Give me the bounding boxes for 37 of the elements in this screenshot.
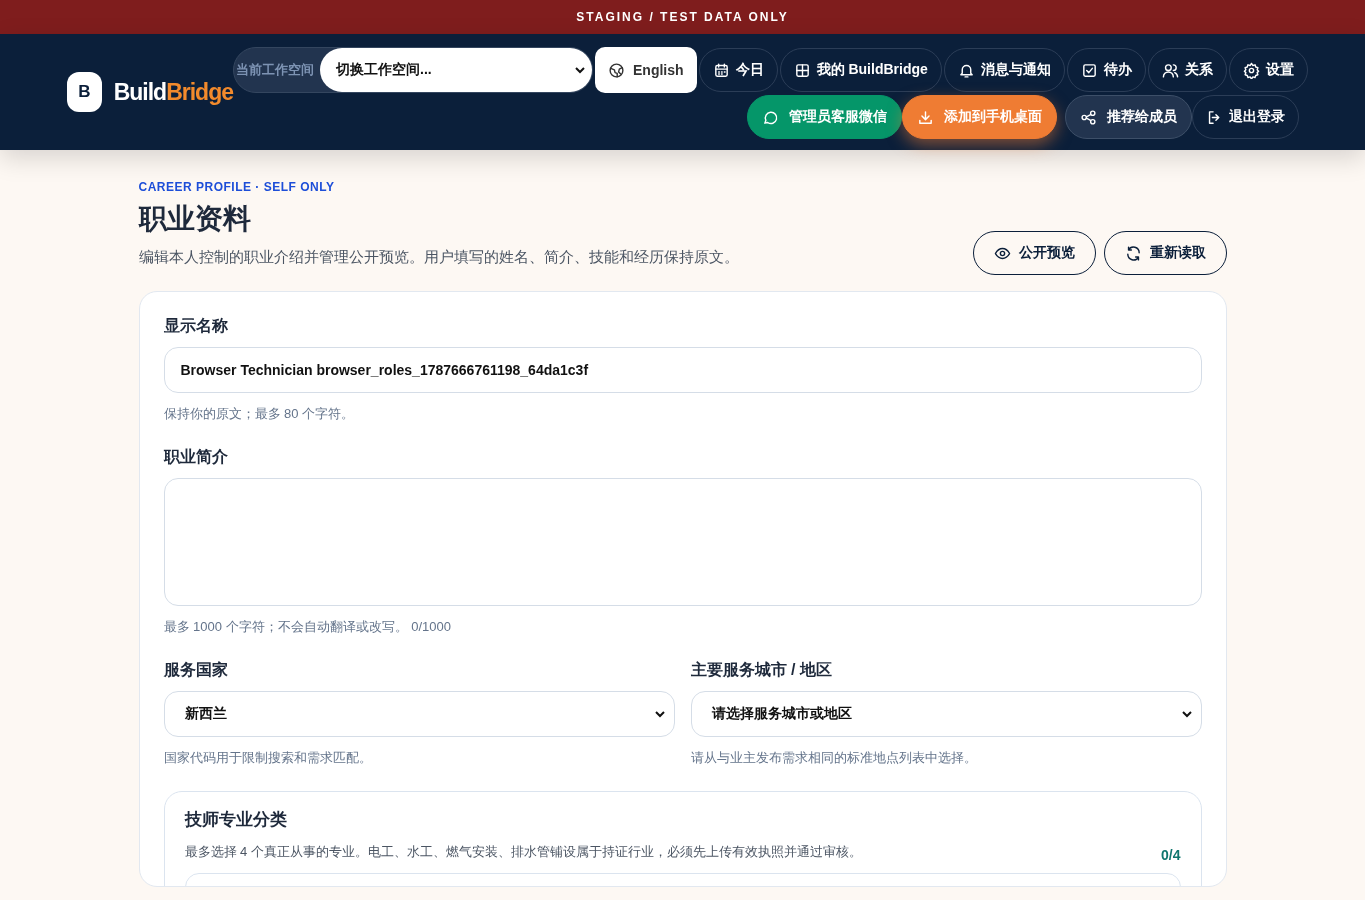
field-label: 服务国家 bbox=[163, 660, 229, 680]
grid-icon bbox=[793, 61, 811, 79]
help-text: 保持你的原文；最多 80 个字符。 bbox=[163, 405, 356, 423]
bio-field[interactable] bbox=[163, 478, 1202, 606]
language-button[interactable]: English bbox=[595, 47, 697, 93]
brand-name: BuildBridge bbox=[113, 78, 233, 106]
chevron-icon bbox=[653, 708, 666, 720]
globe-icon bbox=[608, 61, 625, 79]
nav-button[interactable]: 管理员客服微信 bbox=[747, 95, 902, 139]
settings-icon bbox=[1242, 61, 1260, 79]
calendar-icon bbox=[712, 61, 730, 79]
download-icon bbox=[917, 108, 934, 126]
help-text: 最多 1000 个字符；不会自动翻译或改写。 0/1000 bbox=[163, 618, 453, 636]
city-select[interactable]: 请选择服务城市或地区 bbox=[690, 691, 1202, 737]
help-text: 最多选择 4 个真正从事的专业。电工、水工、燃气安装、排水管铺设属于持证行业，必须先上传有效执照并通过审核。 bbox=[184, 843, 862, 861]
nav-button[interactable]: 推荐给成员 bbox=[1065, 95, 1192, 139]
page-title: 职业资料 bbox=[138, 202, 252, 236]
selection-count: 0/4 bbox=[1161, 847, 1181, 863]
name-field[interactable]: Browser Technician browser_roles_1787666761198_64da1c3f bbox=[163, 347, 1202, 393]
country-select[interactable]: 新西兰 bbox=[163, 691, 675, 737]
chevron-icon bbox=[574, 64, 586, 76]
help-text: 国家代码用于限制搜索和需求匹配。 bbox=[163, 749, 373, 767]
eyebrow-label: CAREER PROFILE · SELF ONLY bbox=[138, 180, 336, 194]
logo-mark: B bbox=[67, 72, 102, 112]
field-label: 职业简介 bbox=[163, 447, 229, 467]
field-label: 显示名称 bbox=[163, 316, 229, 336]
help-text: 请从与业主发布需求相同的标准地点列表中选择。 bbox=[690, 749, 978, 767]
people-icon bbox=[1161, 61, 1179, 79]
checkbox-icon bbox=[1080, 61, 1098, 79]
workspace-switcher[interactable]: 当前工作空间 切换工作空间... bbox=[233, 47, 593, 93]
chevron-icon bbox=[1180, 708, 1193, 720]
section-title: 技师专业分类 bbox=[184, 809, 288, 831]
refresh-icon bbox=[1124, 244, 1142, 262]
share-icon bbox=[1080, 108, 1097, 126]
page-subtitle: 编辑本人控制的职业介绍并管理公开预览。用户填写的姓名、简介、技能和经历保持原文。 bbox=[138, 248, 739, 267]
staging-banner: STAGING / TEST DATA ONLY bbox=[0, 0, 1365, 34]
field-label: 主要服务城市 / 地区 bbox=[690, 660, 833, 680]
